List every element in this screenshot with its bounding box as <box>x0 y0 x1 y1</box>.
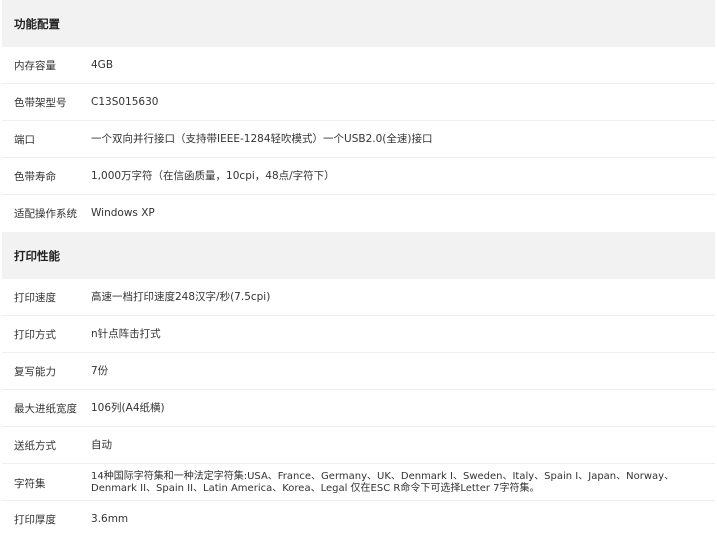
spec-label: 最大进纸宽度 <box>14 402 77 415</box>
spec-row-print-speed: 打印速度 高速一档打印速度248汉字/秒(7.5cpi) <box>2 279 715 316</box>
spec-label: 色带寿命 <box>14 170 56 183</box>
spec-row-charset: 字符集 14种国际字符集和一种法定字符集:USA、France、Germany、… <box>2 464 715 501</box>
spec-row-port: 端口 一个双向并行接口（支持带IEEE-1284轻吹模式）一个USB2.0(全速… <box>2 121 715 158</box>
spec-label: 打印速度 <box>14 291 56 304</box>
spec-label: 打印方式 <box>14 328 56 341</box>
spec-row-print-method: 打印方式 n针点阵击打式 <box>2 316 715 353</box>
spec-value: Windows XP <box>91 207 155 219</box>
spec-value: 14种国际字符集和一种法定字符集:USA、France、Germany、UK、D… <box>91 471 675 494</box>
spec-value: 106列(A4纸横) <box>91 401 165 414</box>
section-header-features: 功能配置 <box>2 0 715 47</box>
spec-value: n针点阵击打式 <box>91 327 161 340</box>
spec-row-copy-capability: 复写能力 7份 <box>2 353 715 390</box>
spec-value: 7份 <box>91 364 109 377</box>
spec-row-os: 适配操作系统 Windows XP <box>2 195 715 232</box>
spec-row-ribbon-life: 色带寿命 1,000万字符（在信函质量，10cpi，48点/字符下） <box>2 158 715 195</box>
spec-value: 一个双向并行接口（支持带IEEE-1284轻吹模式）一个USB2.0(全速)接口 <box>91 132 433 145</box>
spec-row-paper-feed: 送纸方式 自动 <box>2 427 715 464</box>
spec-label: 内存容量 <box>14 59 56 72</box>
spec-label: 复写能力 <box>14 365 56 378</box>
section-header-performance: 打印性能 <box>2 232 715 279</box>
spec-label: 适配操作系统 <box>14 208 77 220</box>
spec-row-max-paper-width: 最大进纸宽度 106列(A4纸横) <box>2 390 715 427</box>
spec-label: 色带架型号 <box>14 96 67 109</box>
spec-row-print-thickness: 打印厚度 3.6mm <box>2 501 715 538</box>
spec-value: 3.6mm <box>91 513 129 525</box>
spec-table: 功能配置 内存容量 4GB 色带架型号 C13S015630 端口 一个双向并行… <box>2 0 715 538</box>
spec-value: 4GB <box>91 58 114 71</box>
spec-value: C13S015630 <box>91 95 159 108</box>
spec-row-ribbon-model: 色带架型号 C13S015630 <box>2 84 715 121</box>
spec-label: 字符集 <box>14 478 46 490</box>
spec-label: 送纸方式 <box>14 439 56 452</box>
spec-label: 打印厚度 <box>14 514 56 526</box>
spec-row-memory: 内存容量 4GB <box>2 47 715 84</box>
spec-value: 1,000万字符（在信函质量，10cpi，48点/字符下） <box>91 169 335 182</box>
spec-label: 端口 <box>14 133 35 146</box>
spec-value: 自动 <box>91 438 112 451</box>
spec-value: 高速一档打印速度248汉字/秒(7.5cpi) <box>91 290 271 303</box>
